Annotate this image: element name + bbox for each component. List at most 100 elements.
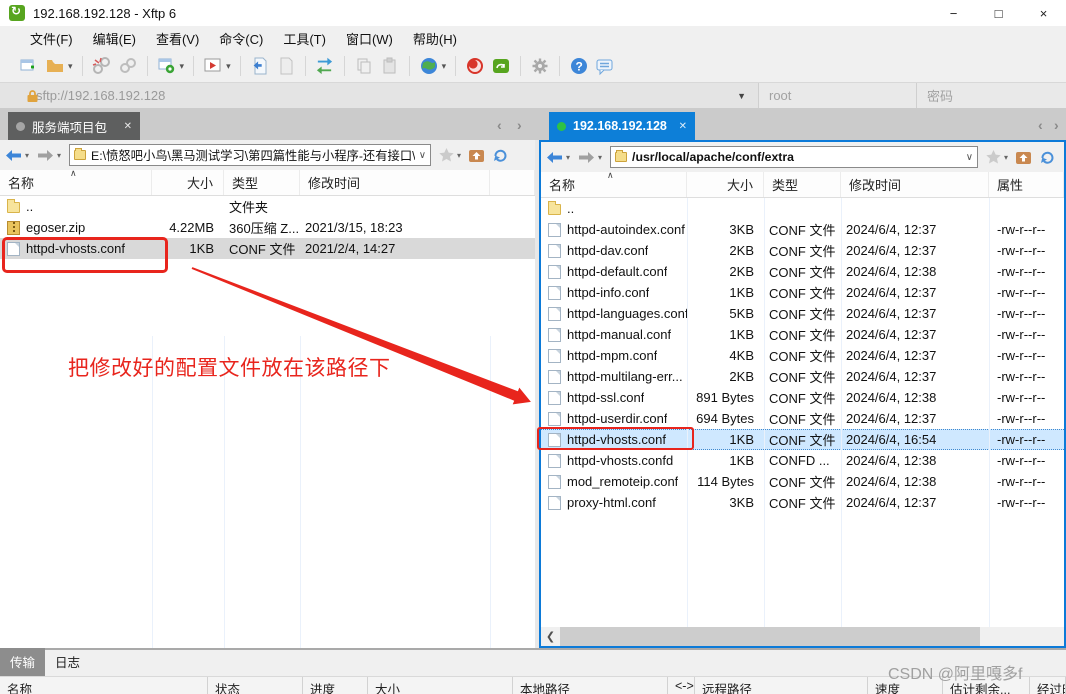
local-path-input[interactable]: E:\愤怒吧小鸟\黑马测试学习\第四篇性能与小程序-还有接口\ ∨ bbox=[69, 144, 432, 166]
feedback-icon[interactable] bbox=[594, 55, 616, 77]
remote-file-row[interactable]: httpd-ssl.conf 891 Bytes CONF 文件 2024/6/… bbox=[541, 387, 1064, 408]
tabs-scroll-right-icon[interactable]: › bbox=[517, 117, 522, 133]
local-col-date[interactable]: 修改时间 bbox=[300, 170, 490, 195]
remote-favorites-icon[interactable] bbox=[986, 150, 1001, 164]
local-favorites-icon[interactable] bbox=[439, 148, 454, 162]
remote-col-attr[interactable]: 属性 bbox=[989, 172, 1064, 197]
local-file-row[interactable]: httpd-vhosts.conf 1KB CONF 文件 2021/2/4, … bbox=[0, 238, 535, 259]
execute-caret[interactable]: ▾ bbox=[226, 61, 231, 72]
remote-file-row[interactable]: httpd-mpm.conf 4KB CONF 文件 2024/6/4, 12:… bbox=[541, 345, 1064, 366]
local-file-row[interactable]: egoser.zip 4.22MB 360压缩 Z... 2021/3/15, … bbox=[0, 217, 535, 238]
remote-file-row[interactable]: httpd-multilang-err... 2KB CONF 文件 2024/… bbox=[541, 366, 1064, 387]
tr-col-status[interactable]: 状态 bbox=[208, 677, 303, 694]
menu-item[interactable]: 帮助(H) bbox=[403, 26, 467, 51]
open-folder-icon[interactable] bbox=[44, 55, 66, 77]
minimize-button[interactable]: − bbox=[931, 0, 976, 26]
remote-back-caret[interactable]: ▾ bbox=[566, 153, 570, 162]
tab-remote-close-icon[interactable]: ✕ bbox=[679, 121, 687, 132]
tabs2-scroll-left-icon[interactable]: ‹ bbox=[1038, 117, 1043, 133]
open-folder-caret[interactable]: ▾ bbox=[68, 61, 73, 72]
tr-col-size[interactable]: 大小 bbox=[368, 677, 513, 694]
xftp-icon[interactable] bbox=[490, 55, 512, 77]
remote-back-icon[interactable] bbox=[546, 151, 563, 164]
remote-favorites-caret[interactable]: ▾ bbox=[1004, 153, 1008, 162]
tr-col-elapsed[interactable]: 经过时间 bbox=[1030, 677, 1066, 694]
tabs-scroll-left-icon[interactable]: ‹ bbox=[497, 117, 502, 133]
remote-file-row[interactable]: proxy-html.conf 3KB CONF 文件 2024/6/4, 12… bbox=[541, 492, 1064, 513]
maximize-button[interactable]: □ bbox=[976, 0, 1021, 26]
local-forward-caret[interactable]: ▾ bbox=[57, 151, 61, 160]
open-browser-caret[interactable]: ▾ bbox=[442, 61, 447, 72]
local-list-header: ∧ 名称 大小 类型 修改时间 bbox=[0, 168, 535, 196]
remote-file-row[interactable]: httpd-vhosts.confd 1KB CONFD ... 2024/6/… bbox=[541, 450, 1064, 471]
remote-col-date[interactable]: 修改时间 bbox=[841, 172, 989, 197]
tab-log[interactable]: 日志 bbox=[45, 648, 90, 676]
menu-item[interactable]: 窗口(W) bbox=[336, 26, 403, 51]
tab-local-close-icon[interactable]: ✕ bbox=[124, 121, 132, 132]
remote-forward-caret[interactable]: ▾ bbox=[598, 153, 602, 162]
remote-file-row[interactable]: httpd-vhosts.conf 1KB CONF 文件 2024/6/4, … bbox=[541, 429, 1064, 450]
settings-gear-icon[interactable] bbox=[529, 55, 551, 77]
local-path-caret[interactable]: ∨ bbox=[419, 150, 426, 161]
tr-col-localpath[interactable]: 本地路径 bbox=[513, 677, 668, 694]
remote-forward-icon[interactable] bbox=[578, 151, 595, 164]
tr-col-direction[interactable]: <-> bbox=[668, 677, 695, 694]
transfer-to-local-icon[interactable] bbox=[249, 55, 271, 77]
local-home-icon[interactable] bbox=[468, 148, 485, 163]
local-file-row[interactable]: .. 文件夹 bbox=[0, 196, 535, 217]
remote-path-caret[interactable]: ∨ bbox=[966, 152, 973, 163]
remote-file-row[interactable]: httpd-info.conf 1KB CONF 文件 2024/6/4, 12… bbox=[541, 282, 1064, 303]
scroll-left-arrow-icon[interactable]: ❮ bbox=[541, 627, 560, 646]
synchronize-icon[interactable] bbox=[314, 55, 336, 77]
open-browser-icon[interactable] bbox=[418, 55, 440, 77]
remote-home-icon[interactable] bbox=[1015, 150, 1032, 165]
menu-item[interactable]: 编辑(E) bbox=[83, 26, 146, 51]
local-refresh-icon[interactable] bbox=[492, 147, 508, 163]
remote-refresh-icon[interactable] bbox=[1039, 149, 1055, 165]
tab-transfer[interactable]: 传输 bbox=[0, 648, 46, 676]
local-favorites-caret[interactable]: ▾ bbox=[457, 151, 461, 160]
menu-item[interactable]: 命令(C) bbox=[209, 26, 273, 51]
xshell-icon[interactable] bbox=[464, 55, 486, 77]
tr-col-name[interactable]: 名称 bbox=[0, 677, 208, 694]
remote-col-size[interactable]: 大小 bbox=[687, 172, 764, 197]
menu-item[interactable]: 查看(V) bbox=[146, 26, 209, 51]
tab-local-session[interactable]: 服务端项目包 ✕ bbox=[8, 112, 140, 140]
remote-file-row[interactable]: httpd-dav.conf 2KB CONF 文件 2024/6/4, 12:… bbox=[541, 240, 1064, 261]
session-properties-icon[interactable] bbox=[156, 55, 178, 77]
remote-horizontal-scrollbar[interactable]: ❮ bbox=[541, 627, 1064, 646]
remote-file-row[interactable]: httpd-userdir.conf 694 Bytes CONF 文件 202… bbox=[541, 408, 1064, 429]
local-back-caret[interactable]: ▾ bbox=[25, 151, 29, 160]
tr-col-progress[interactable]: 进度 bbox=[303, 677, 368, 694]
local-col-size[interactable]: 大小 bbox=[152, 170, 224, 195]
url-dropdown-caret[interactable]: ▼ bbox=[737, 91, 746, 101]
scrollbar-thumb[interactable] bbox=[560, 627, 980, 646]
menu-item[interactable]: 工具(T) bbox=[273, 26, 336, 51]
remote-list-header: ∧ 名称 大小 类型 修改时间 属性 bbox=[541, 170, 1064, 198]
tabs2-scroll-right-icon[interactable]: › bbox=[1054, 117, 1059, 133]
tr-col-remotepath[interactable]: 远程路径 bbox=[695, 677, 868, 694]
remote-file-row[interactable]: mod_remoteip.conf 114 Bytes CONF 文件 2024… bbox=[541, 471, 1064, 492]
execute-icon[interactable] bbox=[202, 55, 224, 77]
close-button[interactable]: × bbox=[1021, 0, 1066, 26]
new-session-icon[interactable] bbox=[18, 55, 40, 77]
menu-item[interactable]: 文件(F) bbox=[20, 26, 83, 51]
username-field[interactable]: root bbox=[758, 83, 916, 108]
remote-file-row[interactable]: httpd-languages.conf 5KB CONF 文件 2024/6/… bbox=[541, 303, 1064, 324]
watermark: CSDN @阿里嘎多f bbox=[888, 666, 1023, 683]
remote-file-row[interactable]: httpd-manual.conf 1KB CONF 文件 2024/6/4, … bbox=[541, 324, 1064, 345]
password-field[interactable]: 密码 bbox=[916, 83, 1066, 108]
remote-col-name[interactable]: 名称 bbox=[541, 172, 687, 197]
remote-file-row[interactable]: httpd-default.conf 2KB CONF 文件 2024/6/4,… bbox=[541, 261, 1064, 282]
remote-file-row[interactable]: .. bbox=[541, 198, 1064, 219]
remote-col-type[interactable]: 类型 bbox=[764, 172, 841, 197]
tab-remote-session[interactable]: 192.168.192.128 ✕ bbox=[549, 112, 695, 140]
local-back-icon[interactable] bbox=[5, 149, 22, 162]
session-url-field[interactable]: sftp://192.168.192.128 ▼ bbox=[0, 83, 758, 108]
local-forward-icon[interactable] bbox=[37, 149, 54, 162]
local-col-type[interactable]: 类型 bbox=[224, 170, 300, 195]
remote-file-row[interactable]: httpd-autoindex.conf 3KB CONF 文件 2024/6/… bbox=[541, 219, 1064, 240]
session-properties-caret[interactable]: ▾ bbox=[180, 61, 185, 72]
remote-path-input[interactable]: /usr/local/apache/conf/extra ∨ bbox=[610, 146, 979, 168]
help-icon[interactable]: ? bbox=[568, 55, 590, 77]
